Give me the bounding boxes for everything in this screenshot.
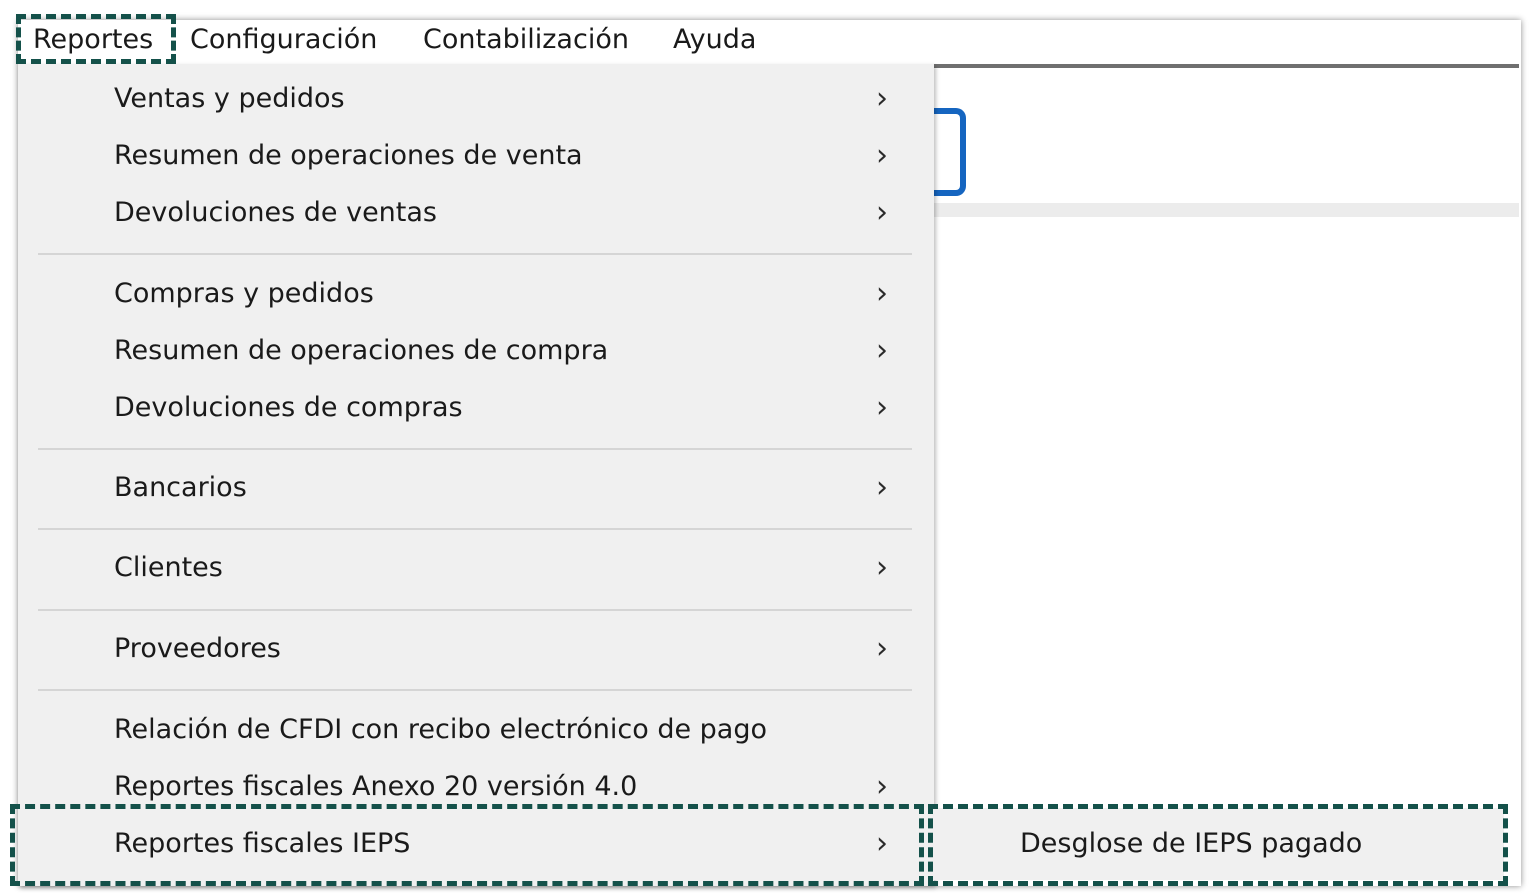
menu-item-label: Devoluciones de ventas (114, 197, 437, 228)
menu-item-label: Compras y pedidos (114, 278, 374, 309)
menu-item-compras-y-pedidos[interactable]: Compras y pedidos › (18, 269, 934, 319)
menu-item-resumen-operaciones-venta[interactable]: Resumen de operaciones de venta › (18, 131, 934, 181)
background-divider (934, 64, 1519, 68)
menu-item-label: Devoluciones de compras (114, 392, 463, 423)
chevron-right-icon: › (876, 470, 888, 505)
menu-ayuda[interactable]: Ayuda (673, 20, 756, 60)
menu-item-desglose-ieps-pagado[interactable]: Desglose de IEPS pagado (934, 808, 1504, 880)
menu-separator (38, 689, 912, 691)
chevron-right-icon: › (876, 333, 888, 368)
menu-item-bancarios[interactable]: Bancarios › (18, 463, 934, 513)
menu-item-label: Clientes (114, 552, 223, 583)
menu-item-label: Reportes fiscales IEPS (114, 828, 411, 859)
chevron-right-icon: › (876, 631, 888, 666)
chevron-right-icon: › (876, 195, 888, 230)
menu-bar: Reportes Configuración Contabilización A… (18, 20, 1521, 64)
menu-item-ventas-y-pedidos[interactable]: Ventas y pedidos › (18, 74, 934, 124)
chevron-right-icon: › (876, 276, 888, 311)
menu-configuracion[interactable]: Configuración (190, 20, 377, 60)
chevron-right-icon: › (876, 826, 888, 861)
menu-item-relacion-cfdi-recibo-pago[interactable]: Relación de CFDI con recibo electrónico … (18, 705, 934, 755)
menu-item-resumen-operaciones-compra[interactable]: Resumen de operaciones de compra › (18, 326, 934, 376)
chevron-right-icon: › (876, 138, 888, 173)
menu-reportes[interactable]: Reportes (33, 20, 153, 60)
menu-item-reportes-fiscales-anexo-20[interactable]: Reportes fiscales Anexo 20 versión 4.0 › (18, 762, 934, 812)
chevron-right-icon: › (876, 769, 888, 804)
menu-item-label: Relación de CFDI con recibo electrónico … (114, 714, 767, 745)
menu-separator (38, 448, 912, 450)
menu-separator (38, 528, 912, 530)
menu-item-label: Ventas y pedidos (114, 83, 345, 114)
chevron-right-icon: › (876, 390, 888, 425)
menu-separator (38, 609, 912, 611)
ieps-submenu: Desglose de IEPS pagado (934, 808, 1504, 880)
menu-item-proveedores[interactable]: Proveedores › (18, 624, 934, 674)
menu-item-label: Resumen de operaciones de venta (114, 140, 583, 171)
background-toolbar-icon (930, 108, 966, 196)
menu-contabilizacion[interactable]: Contabilización (423, 20, 629, 60)
chevron-right-icon: › (876, 81, 888, 116)
menu-item-label: Bancarios (114, 472, 247, 503)
menu-item-clientes[interactable]: Clientes › (18, 543, 934, 593)
menu-item-devoluciones-ventas[interactable]: Devoluciones de ventas › (18, 188, 934, 238)
menu-separator (38, 253, 912, 255)
menu-item-label: Resumen de operaciones de compra (114, 335, 609, 366)
menu-item-devoluciones-compras[interactable]: Devoluciones de compras › (18, 383, 934, 433)
menu-item-label: Reportes fiscales Anexo 20 versión 4.0 (114, 771, 638, 802)
menu-item-label: Desglose de IEPS pagado (1020, 828, 1363, 859)
background-band (934, 203, 1519, 217)
menu-item-label: Proveedores (114, 633, 281, 664)
menu-item-reportes-fiscales-ieps[interactable]: Reportes fiscales IEPS › (18, 819, 934, 869)
chevron-right-icon: › (876, 550, 888, 585)
reportes-dropdown: Ventas y pedidos › Resumen de operacione… (18, 64, 934, 886)
